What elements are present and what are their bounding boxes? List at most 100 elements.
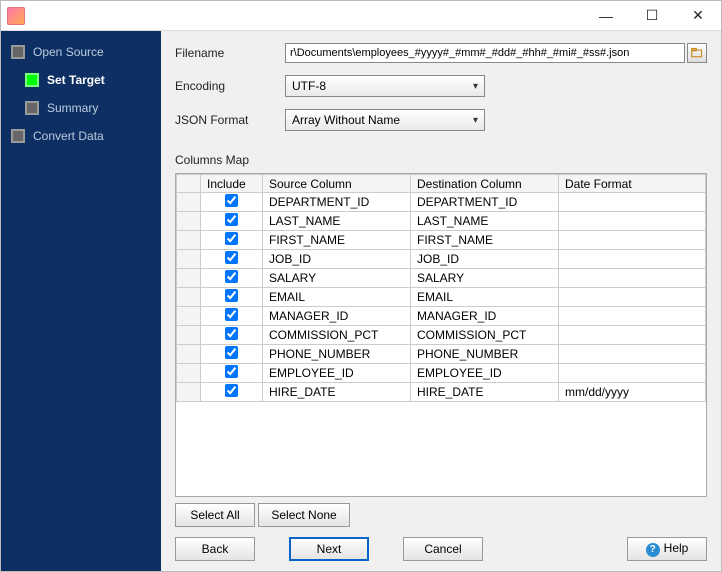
row-header[interactable] <box>177 193 201 212</box>
cell-source[interactable]: DEPARTMENT_ID <box>263 193 411 212</box>
cell-dest[interactable]: EMAIL <box>411 288 559 307</box>
cell-datefmt[interactable] <box>559 307 706 326</box>
back-button[interactable]: Back <box>175 537 255 561</box>
cell-include <box>201 193 263 212</box>
cell-source[interactable]: SALARY <box>263 269 411 288</box>
wizard-step-convert-data[interactable]: Convert Data <box>11 129 161 143</box>
cell-datefmt[interactable] <box>559 269 706 288</box>
folder-open-icon <box>691 47 703 59</box>
row-header[interactable] <box>177 250 201 269</box>
cell-dest[interactable]: PHONE_NUMBER <box>411 345 559 364</box>
wizard-window: — ☐ ✕ Open Source Set Target Summary Conver… <box>0 0 722 572</box>
cell-datefmt[interactable] <box>559 212 706 231</box>
wizard-step-summary[interactable]: Summary <box>25 101 161 115</box>
maximize-button[interactable]: ☐ <box>629 1 675 31</box>
cell-include <box>201 212 263 231</box>
cell-datefmt[interactable] <box>559 250 706 269</box>
row-header[interactable] <box>177 269 201 288</box>
row-header[interactable] <box>177 231 201 250</box>
table-row: HIRE_DATEHIRE_DATEmm/dd/yyyy <box>177 383 706 402</box>
minimize-button[interactable]: — <box>583 1 629 31</box>
cell-source[interactable]: JOB_ID <box>263 250 411 269</box>
cell-include <box>201 231 263 250</box>
include-checkbox[interactable] <box>225 365 238 378</box>
row-header[interactable] <box>177 288 201 307</box>
cell-source[interactable]: LAST_NAME <box>263 212 411 231</box>
close-button[interactable]: ✕ <box>675 1 721 31</box>
select-none-button[interactable]: Select None <box>258 503 349 527</box>
cell-source[interactable]: EMPLOYEE_ID <box>263 364 411 383</box>
cell-datefmt[interactable] <box>559 288 706 307</box>
step-marker-icon <box>25 73 39 87</box>
cell-dest[interactable]: COMMISSION_PCT <box>411 326 559 345</box>
col-dest[interactable]: Destination Column <box>411 175 559 193</box>
row-header[interactable] <box>177 364 201 383</box>
col-include[interactable]: Include <box>201 175 263 193</box>
browse-button[interactable] <box>687 43 707 63</box>
step-label: Open Source <box>33 45 104 59</box>
include-checkbox[interactable] <box>225 251 238 264</box>
row-header[interactable] <box>177 212 201 231</box>
include-checkbox[interactable] <box>225 384 238 397</box>
cell-dest[interactable]: FIRST_NAME <box>411 231 559 250</box>
encoding-label: Encoding <box>175 79 285 93</box>
step-marker-icon <box>11 129 25 143</box>
encoding-value: UTF-8 <box>292 79 326 93</box>
encoding-select[interactable]: UTF-8 ▾ <box>285 75 485 97</box>
wizard-step-set-target[interactable]: Set Target <box>25 73 161 87</box>
col-source[interactable]: Source Column <box>263 175 411 193</box>
col-datefmt[interactable]: Date Format <box>559 175 706 193</box>
row-header[interactable] <box>177 307 201 326</box>
cell-datefmt[interactable] <box>559 364 706 383</box>
help-label: Help <box>664 541 689 555</box>
cell-include <box>201 364 263 383</box>
titlebar: — ☐ ✕ <box>1 1 721 31</box>
filename-input[interactable] <box>285 43 685 63</box>
columns-map-table-wrap: Include Source Column Destination Column… <box>175 173 707 497</box>
include-checkbox[interactable] <box>225 346 238 359</box>
include-checkbox[interactable] <box>225 213 238 226</box>
cell-source[interactable]: COMMISSION_PCT <box>263 326 411 345</box>
include-checkbox[interactable] <box>225 289 238 302</box>
cell-include <box>201 307 263 326</box>
cell-include <box>201 345 263 364</box>
json-format-select[interactable]: Array Without Name ▾ <box>285 109 485 131</box>
cell-datefmt[interactable]: mm/dd/yyyy <box>559 383 706 402</box>
wizard-step-open-source[interactable]: Open Source <box>11 45 161 59</box>
step-marker-icon <box>25 101 39 115</box>
row-header[interactable] <box>177 383 201 402</box>
cell-source[interactable]: PHONE_NUMBER <box>263 345 411 364</box>
cell-datefmt[interactable] <box>559 193 706 212</box>
cell-dest[interactable]: HIRE_DATE <box>411 383 559 402</box>
cell-dest[interactable]: EMPLOYEE_ID <box>411 364 559 383</box>
row-header[interactable] <box>177 326 201 345</box>
include-checkbox[interactable] <box>225 194 238 207</box>
cell-datefmt[interactable] <box>559 231 706 250</box>
include-checkbox[interactable] <box>225 232 238 245</box>
cell-dest[interactable]: JOB_ID <box>411 250 559 269</box>
select-all-button[interactable]: Select All <box>175 503 255 527</box>
include-checkbox[interactable] <box>225 327 238 340</box>
include-checkbox[interactable] <box>225 270 238 283</box>
cell-dest[interactable]: DEPARTMENT_ID <box>411 193 559 212</box>
cell-datefmt[interactable] <box>559 326 706 345</box>
cell-source[interactable]: HIRE_DATE <box>263 383 411 402</box>
main-panel: Filename Encoding UTF-8 ▾ JSON Format Ar… <box>161 31 721 571</box>
step-marker-icon <box>11 45 25 59</box>
help-button[interactable]: ? Help <box>627 537 707 561</box>
include-checkbox[interactable] <box>225 308 238 321</box>
table-row: FIRST_NAMEFIRST_NAME <box>177 231 706 250</box>
cancel-button[interactable]: Cancel <box>403 537 483 561</box>
cell-datefmt[interactable] <box>559 345 706 364</box>
cell-include <box>201 250 263 269</box>
cell-include <box>201 288 263 307</box>
cell-source[interactable]: FIRST_NAME <box>263 231 411 250</box>
help-icon: ? <box>646 543 660 557</box>
row-header[interactable] <box>177 345 201 364</box>
cell-source[interactable]: EMAIL <box>263 288 411 307</box>
cell-dest[interactable]: SALARY <box>411 269 559 288</box>
cell-source[interactable]: MANAGER_ID <box>263 307 411 326</box>
cell-dest[interactable]: MANAGER_ID <box>411 307 559 326</box>
next-button[interactable]: Next <box>289 537 369 561</box>
cell-dest[interactable]: LAST_NAME <box>411 212 559 231</box>
